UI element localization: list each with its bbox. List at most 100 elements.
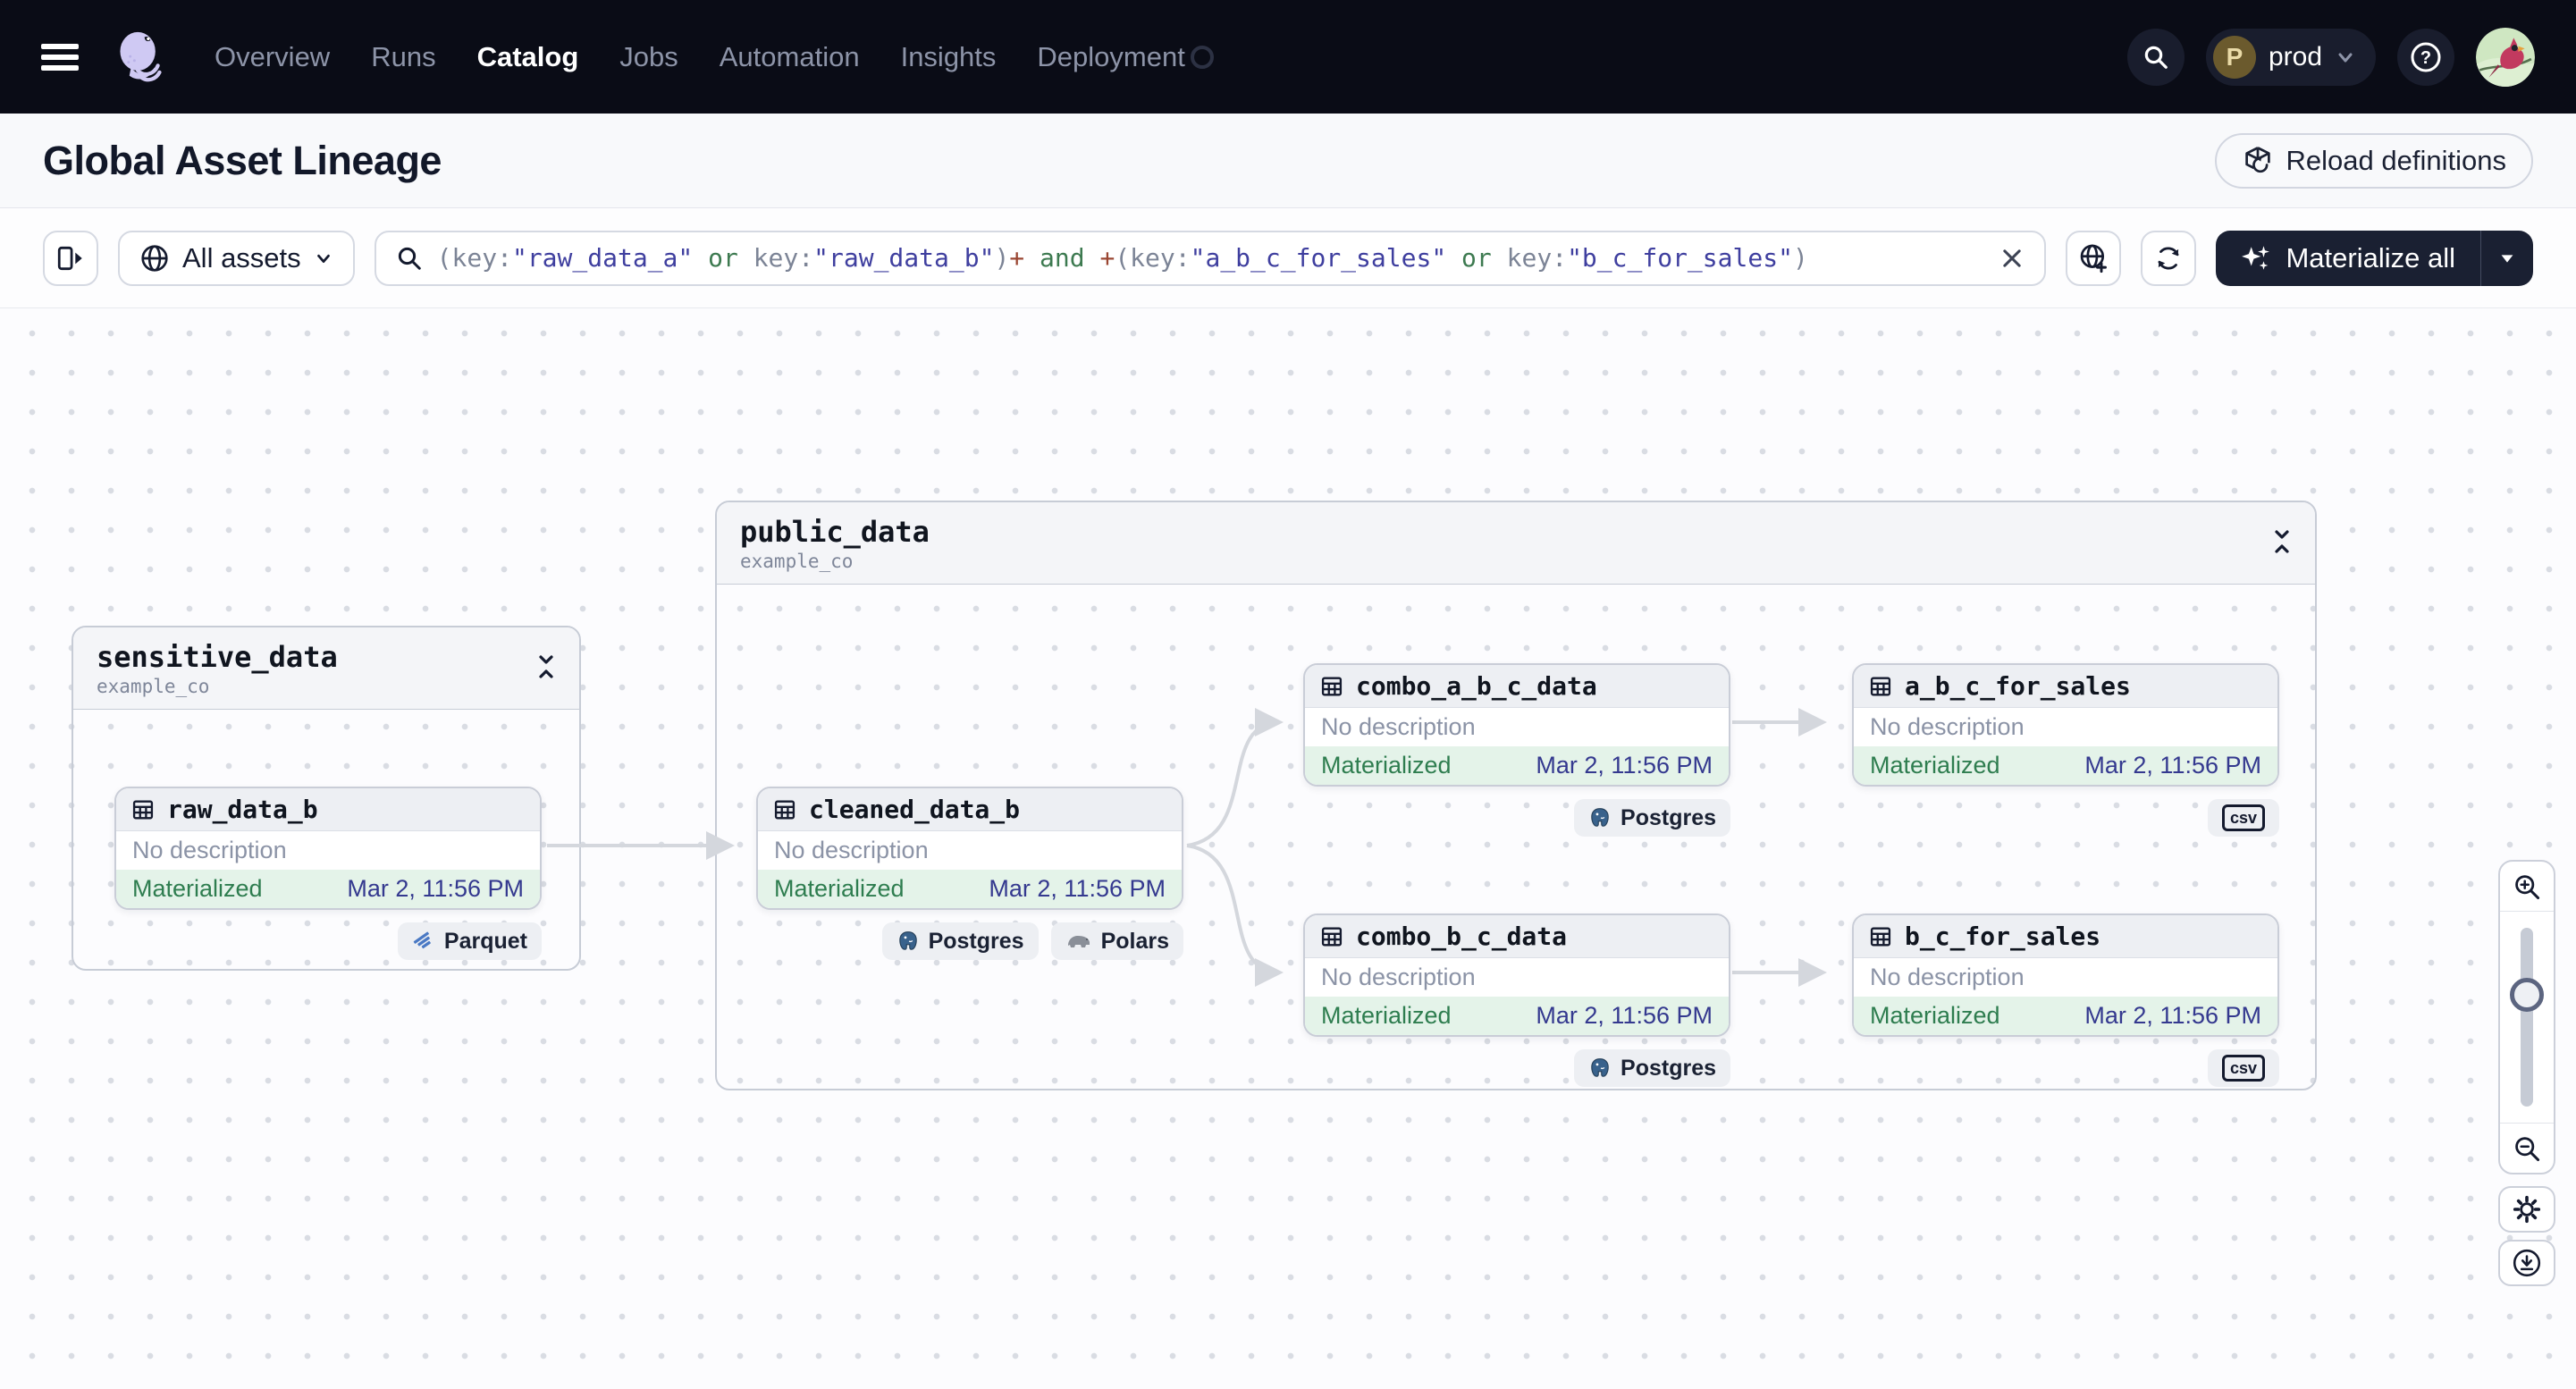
asset-node-combo-b-c-data[interactable]: combo_b_c_data No description Materializ… — [1303, 913, 1730, 1037]
parquet-badge[interactable]: Parquet — [397, 922, 542, 960]
group-location: example_co — [740, 551, 854, 572]
asset-name: cleaned_data_b — [809, 795, 1021, 824]
asset-description: No description — [1305, 708, 1729, 746]
gear-icon — [2513, 1195, 2541, 1224]
search-icon — [2144, 46, 2168, 69]
table-icon — [1321, 677, 1343, 695]
toggle-sidebar-button[interactable] — [43, 230, 98, 286]
asset-description: No description — [1854, 958, 2277, 997]
asset-name: raw_data_b — [167, 795, 318, 824]
status-badge: Materialized — [1870, 752, 2000, 779]
globe-icon — [141, 244, 168, 272]
group-title: sensitive_data — [97, 640, 338, 674]
csv-icon: csv — [2221, 804, 2265, 831]
materialize-all-button[interactable]: Materialize all — [2216, 230, 2533, 286]
csv-badge[interactable]: csv — [2207, 1049, 2279, 1087]
asset-node-b-c-for-sales[interactable]: b_c_for_sales No description Materialize… — [1852, 913, 2279, 1037]
download-image-button[interactable] — [2498, 1240, 2555, 1286]
lineage-canvas[interactable]: sensitive_data example_co public_data ex… — [0, 308, 2576, 1389]
dagster-logo-icon[interactable] — [113, 29, 166, 86]
asset-badges: Postgres — [1303, 1049, 1730, 1087]
polars-badge[interactable]: Polars — [1050, 922, 1183, 960]
materialization-timestamp[interactable]: Mar 2, 11:56 PM — [989, 875, 1166, 903]
group-title: public_data — [740, 515, 930, 549]
zoom-in-button[interactable] — [2500, 862, 2554, 912]
page-title: Global Asset Lineage — [43, 137, 442, 183]
nav-item-overview[interactable]: Overview — [215, 41, 330, 73]
table-icon — [132, 800, 154, 819]
zoom-slider[interactable] — [2500, 912, 2554, 1123]
zoom-slider-thumb[interactable] — [2510, 978, 2544, 1012]
materialize-all-main[interactable]: Materialize all — [2216, 231, 2480, 286]
graph-settings-button[interactable] — [2498, 1186, 2555, 1233]
asset-node-cleaned-data-b[interactable]: cleaned_data_b No description Materializ… — [756, 787, 1183, 910]
asset-badges: csv — [1852, 1049, 2279, 1087]
loading-spinner-icon — [1190, 45, 1214, 69]
csv-badge[interactable]: csv — [2207, 799, 2279, 837]
postgres-badge[interactable]: Postgres — [1574, 799, 1730, 837]
reload-definitions-button[interactable]: Reload definitions — [2214, 132, 2533, 189]
table-icon — [774, 800, 796, 819]
nav-item-jobs[interactable]: Jobs — [619, 41, 678, 73]
asset-badges: csv — [1852, 799, 2279, 837]
asset-node-a-b-c-for-sales[interactable]: a_b_c_for_sales No description Materiali… — [1852, 663, 2279, 787]
caret-down-icon — [2501, 254, 2513, 263]
group-header[interactable]: sensitive_data example_co — [73, 627, 579, 710]
zoom-out-button[interactable] — [2500, 1123, 2554, 1173]
deployment-switcher[interactable]: P prod — [2205, 28, 2376, 86]
materialization-timestamp[interactable]: Mar 2, 11:56 PM — [2084, 752, 2261, 779]
asset-node-combo-a-b-c-data[interactable]: combo_a_b_c_data No description Material… — [1303, 663, 1730, 787]
materialization-timestamp[interactable]: Mar 2, 11:56 PM — [1536, 1002, 1713, 1030]
csv-icon: csv — [2221, 1055, 2265, 1082]
asset-status-row: Materialized Mar 2, 11:56 PM — [1854, 746, 2277, 785]
table-icon — [1321, 927, 1343, 946]
help-button[interactable]: ? — [2397, 28, 2454, 86]
zoom-slider-track[interactable] — [2521, 928, 2533, 1107]
materialization-timestamp[interactable]: Mar 2, 11:56 PM — [1536, 752, 1713, 779]
asset-description: No description — [758, 831, 1182, 870]
clear-search-button[interactable] — [1999, 246, 2025, 271]
asset-node-header: raw_data_b — [116, 788, 540, 831]
asset-node-header: b_c_for_sales — [1854, 915, 2277, 958]
zoom-out-icon — [2515, 1136, 2540, 1161]
nav-item-runs[interactable]: Runs — [371, 41, 435, 73]
top-nav: Overview Runs Catalog Jobs Automation In… — [0, 0, 2576, 114]
hamburger-menu-icon[interactable] — [41, 43, 79, 71]
postgres-badge[interactable]: Postgres — [1574, 1049, 1730, 1087]
refresh-icon — [2159, 247, 2179, 269]
deployment-avatar: P — [2212, 35, 2256, 79]
chevron-down-icon — [316, 254, 330, 263]
asset-status-row: Materialized Mar 2, 11:56 PM — [1305, 746, 1729, 785]
chevron-down-icon — [2338, 53, 2353, 62]
asset-badges: Postgres Polars — [756, 922, 1183, 960]
reload-cube-icon — [2244, 146, 2270, 173]
asset-search-input[interactable]: (key:"raw_data_a" or key:"raw_data_b")+ … — [374, 230, 2047, 286]
user-avatar[interactable] — [2476, 27, 2535, 87]
nav-item-catalog[interactable]: Catalog — [477, 41, 579, 73]
asset-node-raw-data-b[interactable]: raw_data_b No description Materialized M… — [114, 787, 542, 910]
sparkles-icon — [2242, 245, 2270, 270]
filter-settings-button[interactable] — [2066, 230, 2122, 286]
badge-label: Polars — [1100, 928, 1169, 954]
group-header[interactable]: public_data example_co — [717, 502, 2315, 585]
materialize-options-caret[interactable] — [2481, 231, 2533, 286]
nav-item-insights[interactable]: Insights — [901, 41, 997, 73]
asset-node-header: a_b_c_for_sales — [1854, 665, 2277, 708]
nav-item-automation[interactable]: Automation — [720, 41, 860, 73]
table-icon — [1870, 677, 1891, 695]
materialization-timestamp[interactable]: Mar 2, 11:56 PM — [2084, 1002, 2261, 1030]
postgres-badge[interactable]: Postgres — [881, 922, 1039, 960]
asset-scope-dropdown[interactable]: All assets — [118, 230, 355, 286]
help-icon: ? — [2411, 42, 2441, 72]
refresh-button[interactable] — [2141, 230, 2197, 286]
asset-node-header: combo_a_b_c_data — [1305, 665, 1729, 708]
collapse-group-icon[interactable] — [2270, 529, 2294, 554]
search-button[interactable] — [2126, 28, 2185, 86]
nav-item-deployment[interactable]: Deployment — [1037, 41, 1184, 73]
search-query[interactable]: (key:"raw_data_a" or key:"raw_data_b")+ … — [437, 243, 1986, 273]
status-badge: Materialized — [1321, 752, 1452, 779]
download-icon — [2513, 1249, 2541, 1277]
materialization-timestamp[interactable]: Mar 2, 11:56 PM — [347, 875, 524, 903]
collapse-group-icon[interactable] — [535, 654, 558, 679]
asset-status-row: Materialized Mar 2, 11:56 PM — [758, 870, 1182, 908]
